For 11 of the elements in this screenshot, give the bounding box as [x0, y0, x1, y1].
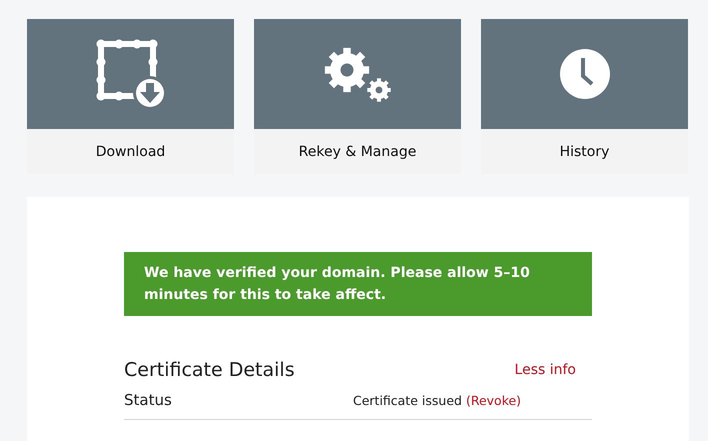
revoke-link[interactable]: (Revoke): [466, 392, 522, 408]
section-title: Certificate Details: [124, 359, 295, 381]
success-alert: We have verified your domain. Please allow 5–10 minutes for this to take affect.: [124, 252, 592, 316]
clock-icon: [558, 48, 610, 100]
detail-value: Certificate issued: [353, 392, 462, 408]
action-tile[interactable]: Rekey & Manage: [254, 19, 461, 174]
less-info-link[interactable]: Less info: [514, 362, 576, 378]
certificate-download-icon: [94, 38, 166, 110]
action-tile[interactable]: Download: [27, 19, 234, 174]
action-tile[interactable]: History: [481, 19, 688, 174]
detail-label: Status: [124, 391, 173, 409]
